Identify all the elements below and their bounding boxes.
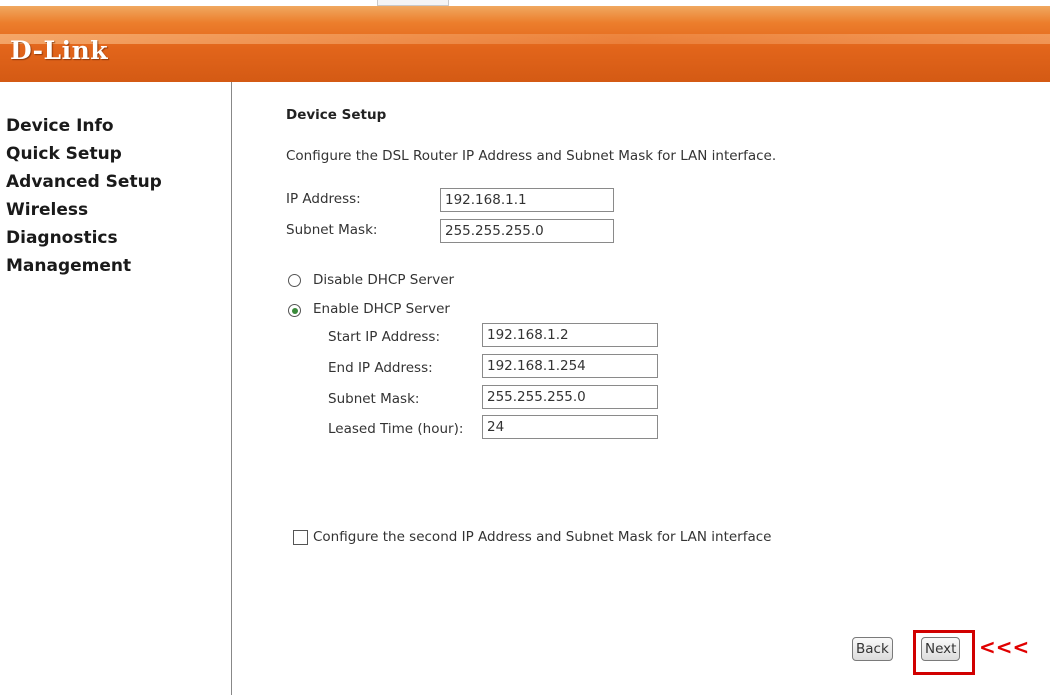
dhcp-subnet-mask-label: Subnet Mask: [328, 391, 420, 407]
start-ip-input[interactable] [482, 323, 658, 347]
page-description: Configure the DSL Router IP Address and … [286, 148, 777, 164]
back-button[interactable]: Back [852, 637, 893, 661]
annotation-arrows: <<< [979, 635, 1030, 659]
second-ip-label: Configure the second IP Address and Subn… [313, 529, 772, 545]
disable-dhcp-label: Disable DHCP Server [313, 272, 455, 288]
next-button-highlight [913, 630, 975, 675]
main-content: Device Setup Configure the DSL Router IP… [232, 82, 1050, 695]
enable-dhcp-radio[interactable] [288, 304, 301, 317]
end-ip-input[interactable] [482, 354, 658, 378]
ip-address-input[interactable] [440, 188, 614, 212]
second-ip-checkbox[interactable] [293, 530, 308, 545]
sidebar-item-quick-setup[interactable]: Quick Setup [6, 140, 162, 168]
sidebar: Device Info Quick Setup Advanced Setup W… [0, 82, 232, 695]
leased-time-input[interactable] [482, 415, 658, 439]
header-banner: D-Link [0, 6, 1050, 82]
sidebar-item-advanced-setup[interactable]: Advanced Setup [6, 168, 162, 196]
sidebar-item-wireless[interactable]: Wireless [6, 196, 162, 224]
subnet-mask-input[interactable] [440, 219, 614, 243]
leased-time-label: Leased Time (hour): [328, 421, 464, 437]
sidebar-item-management[interactable]: Management [6, 252, 162, 280]
end-ip-label: End IP Address: [328, 360, 433, 376]
enable-dhcp-label: Enable DHCP Server [313, 301, 450, 317]
subnet-mask-label: Subnet Mask: [286, 222, 378, 238]
dhcp-subnet-mask-input[interactable] [482, 385, 658, 409]
start-ip-label: Start IP Address: [328, 329, 440, 345]
disable-dhcp-radio[interactable] [288, 274, 301, 287]
ip-address-label: IP Address: [286, 191, 361, 207]
dlink-logo: D-Link [10, 36, 109, 65]
sidebar-nav: Device Info Quick Setup Advanced Setup W… [6, 112, 162, 280]
sidebar-item-device-info[interactable]: Device Info [6, 112, 162, 140]
page-title: Device Setup [286, 107, 387, 123]
sidebar-item-diagnostics[interactable]: Diagnostics [6, 224, 162, 252]
